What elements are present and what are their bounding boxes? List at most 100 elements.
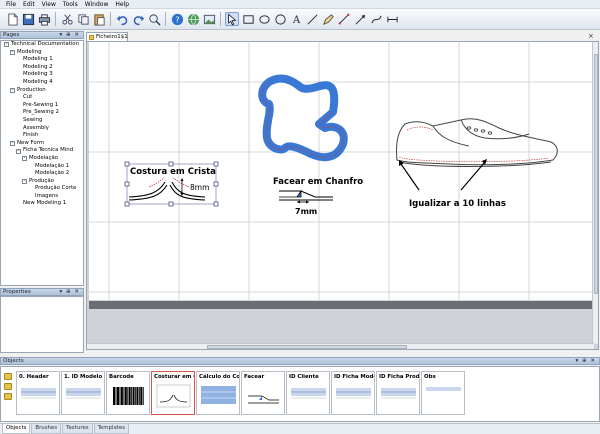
tree-toggle[interactable]: - [16, 148, 21, 154]
tree-toggle[interactable]: - [22, 178, 27, 184]
panel-controls[interactable]: ▾ ⊕ ✕ [576, 358, 596, 364]
object-thumbnail[interactable]: Facear [241, 371, 285, 415]
web-icon[interactable] [186, 12, 200, 26]
canvas-bottom-band [89, 301, 594, 309]
object-thumbnail[interactable]: Obs [421, 371, 465, 415]
object-thumbnail[interactable]: ID Ficha Mode [331, 371, 375, 415]
object-thumbnail-label: Obs [424, 374, 436, 380]
object-thumbnail-preview [245, 384, 282, 410]
tree-toggle[interactable]: - [10, 87, 15, 93]
tree-toggle[interactable]: - [22, 156, 27, 162]
tree-item[interactable]: Pre_Sewing 2 [1, 109, 83, 117]
tree-item[interactable]: Assembly [1, 125, 83, 133]
new-icon[interactable] [5, 12, 19, 26]
rectangle-icon[interactable] [241, 12, 255, 26]
zoom-icon[interactable] [147, 12, 161, 26]
object-thumbnail[interactable]: 1. ID Modelo [61, 371, 105, 415]
tree-item-label: Imagens [35, 192, 59, 199]
select-icon[interactable] [225, 12, 239, 26]
arrow-icon[interactable] [353, 12, 367, 26]
tab-textures[interactable]: Textures [62, 424, 93, 434]
scrollbar-thumb[interactable] [594, 54, 598, 294]
panel-controls[interactable]: ▾ ⊕ ✕ [60, 32, 80, 38]
toolbar-separator [110, 12, 111, 26]
folder-icon[interactable] [4, 373, 12, 380]
tab-templates[interactable]: Templates [93, 424, 130, 434]
dimension-icon[interactable] [385, 12, 399, 26]
menu-help[interactable]: Help [115, 0, 129, 9]
tree-item[interactable]: Modelação 2 [1, 170, 83, 178]
text-icon[interactable]: A [289, 12, 303, 26]
objects-panel-title: Objects [3, 358, 24, 364]
menu-tools[interactable]: Tools [63, 0, 78, 9]
object-thumbnail[interactable]: ID Cliente [286, 371, 330, 415]
igualizar-label: Igualizar a 10 linhas [409, 199, 506, 209]
tree-item[interactable]: Produção Corte [1, 185, 83, 193]
copy-icon[interactable] [76, 12, 90, 26]
canvas-area: Costura em Crista 8mm Facear em Chanfro [86, 41, 599, 350]
tree-item[interactable]: Modeling 3 [1, 71, 83, 79]
tree-item[interactable]: Sewing [1, 117, 83, 125]
object-thumbnail[interactable]: ID Ficha Prod [376, 371, 420, 415]
tree-item[interactable]: - Produção [1, 178, 83, 186]
print-icon[interactable] [37, 12, 51, 26]
tree-item-label: Modeling 3 [23, 71, 53, 78]
object-thumbnail[interactable]: Barcode [106, 371, 150, 415]
close-icon[interactable]: × [588, 32, 594, 40]
object-thumbnail-preview [20, 384, 57, 410]
document-tab[interactable]: Ficheiro1$1 [86, 32, 128, 41]
tree-item[interactable]: Modeling 1 [1, 56, 83, 64]
properties-panel-title: Properties [3, 289, 31, 295]
horizontal-scrollbar[interactable] [87, 343, 594, 349]
menu-window[interactable]: Window [85, 0, 109, 9]
save-icon[interactable] [21, 12, 35, 26]
tree-toggle[interactable]: - [10, 49, 15, 55]
object-thumbnail-preview [65, 384, 102, 410]
tree-item-label: Pre-Sewing 1 [23, 101, 59, 108]
tree-item[interactable]: Imagens [1, 193, 83, 201]
ellipse-icon[interactable] [257, 12, 271, 26]
menu-file[interactable]: File [6, 0, 16, 9]
drawing-canvas[interactable]: Costura em Crista 8mm Facear em Chanfro [89, 42, 594, 300]
tree-item[interactable]: - Modelação [1, 155, 83, 163]
menu-edit[interactable]: Edit [23, 0, 35, 9]
tree-item[interactable]: New Modeling 1 [1, 200, 83, 208]
line-icon[interactable] [305, 12, 319, 26]
tree-item[interactable]: Modeling 2 [1, 64, 83, 72]
measure-icon[interactable] [337, 12, 351, 26]
help-icon[interactable]: ? [170, 12, 184, 26]
cut-icon[interactable] [60, 12, 74, 26]
vertical-scrollbar[interactable] [592, 42, 598, 344]
menu-view[interactable]: View [42, 0, 56, 9]
tree-toggle[interactable]: - [4, 42, 9, 48]
image-icon[interactable] [202, 12, 216, 26]
path-icon[interactable] [369, 12, 383, 26]
object-thumbnail[interactable]: Costurar em C [151, 371, 195, 415]
tree-item[interactable]: Finish [1, 132, 83, 140]
folder-icon[interactable] [4, 383, 12, 390]
object-thumbnail[interactable]: 0. Header [16, 371, 60, 415]
document-tab-label: Ficheiro1$1 [96, 34, 128, 40]
folder-icon[interactable] [4, 393, 12, 400]
scrollbar-thumb[interactable] [207, 345, 407, 349]
pen-icon[interactable] [321, 12, 335, 26]
redo-icon[interactable] [131, 12, 145, 26]
circle-icon[interactable] [273, 12, 287, 26]
tree-item[interactable]: Modelação 1 [1, 163, 83, 171]
tree-toggle[interactable]: - [10, 141, 15, 147]
object-thumbnail[interactable]: Cálculo do Cor [196, 371, 240, 415]
tree-item[interactable]: Pre-Sewing 1 [1, 102, 83, 110]
tree-item[interactable]: Modeling 4 [1, 79, 83, 87]
pages-panel-header: Pages ▾ ⊕ ✕ [0, 31, 84, 39]
tab-objects[interactable]: Objects [2, 424, 31, 434]
tree-item[interactable]: - Ficha Técnica Mind [1, 147, 83, 155]
object-thumbnail-label: Facear [244, 374, 265, 380]
tree-item[interactable]: Cut [1, 94, 83, 102]
tree-item[interactable]: - Production [1, 87, 83, 95]
paste-icon[interactable] [92, 12, 106, 26]
tree-item[interactable]: - Modeling [1, 49, 83, 57]
tree-item[interactable]: - Technical Documentation [1, 41, 83, 49]
panel-controls[interactable]: ▾ ⊕ ✕ [60, 289, 80, 295]
undo-icon[interactable] [115, 12, 129, 26]
tab-brushes[interactable]: Brushes [31, 424, 62, 434]
